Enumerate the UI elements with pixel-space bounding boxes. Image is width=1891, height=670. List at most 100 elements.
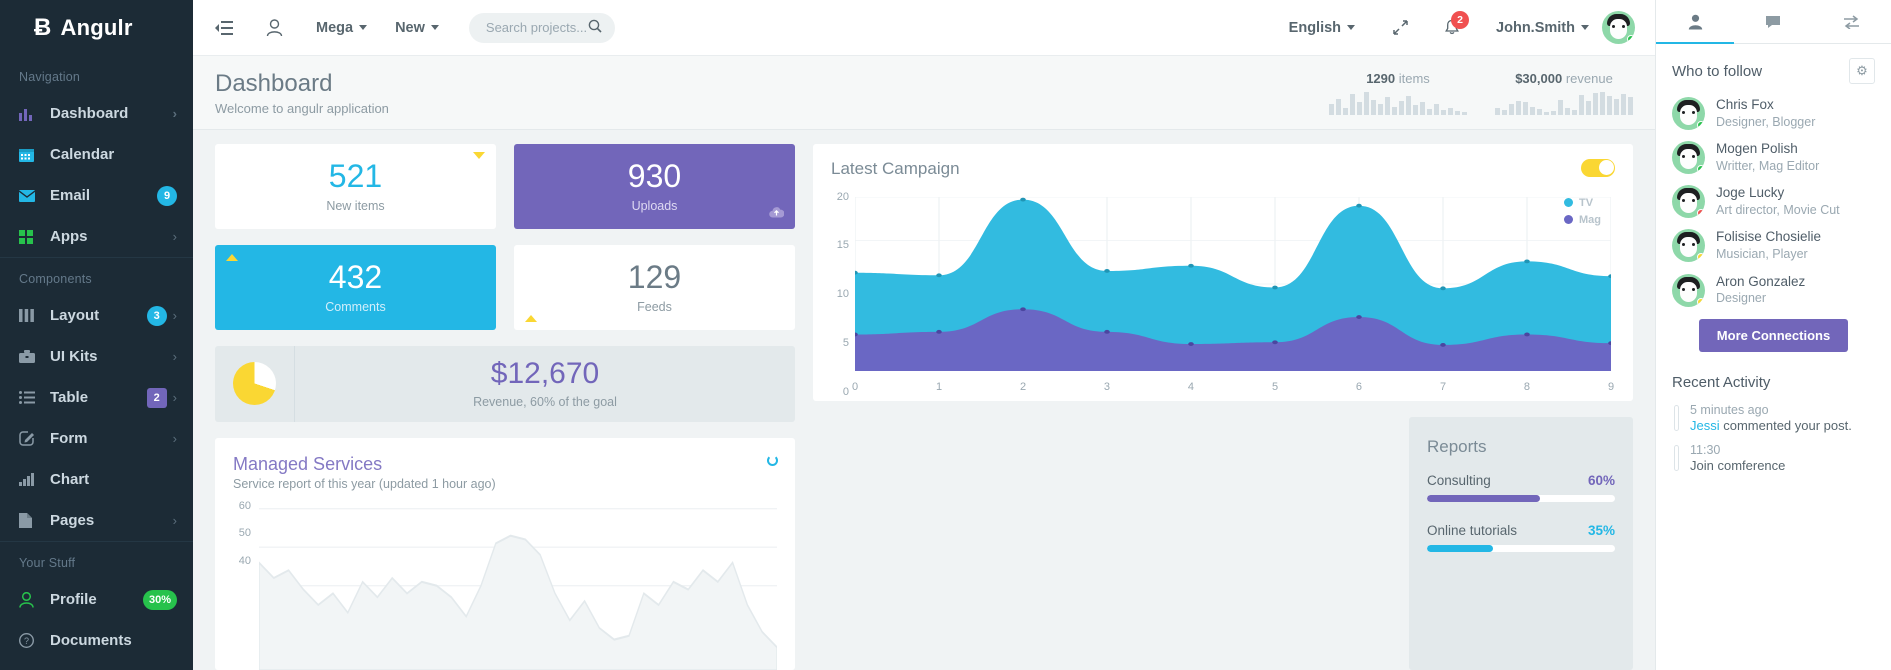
list-item[interactable]: Folisise ChosielieMusician, Player (1672, 229, 1875, 262)
sidebar-item-layout[interactable]: Layout3› (0, 295, 193, 336)
chevron-right-icon: › (173, 513, 177, 528)
gear-icon[interactable]: ⚙ (1849, 58, 1875, 84)
online-status-dot (1627, 35, 1635, 43)
reports-title: Reports (1427, 437, 1615, 457)
list-item[interactable]: Chris FoxDesigner, Blogger (1672, 97, 1875, 130)
nav-section-title-2: Your Stuff (0, 542, 193, 579)
menu-collapse-icon[interactable] (215, 20, 233, 36)
new-menu-button[interactable]: New (395, 20, 439, 36)
sidebar-item-label: Table (50, 389, 141, 406)
activity-text: Join comference (1690, 458, 1785, 473)
campaign-toggle[interactable] (1581, 159, 1615, 177)
nav-section-title-0: Navigation (0, 56, 193, 93)
language-selector[interactable]: English (1289, 20, 1355, 36)
person-info: Joge LuckyArt director, Movie Cut (1716, 185, 1840, 218)
mega-menu-button[interactable]: Mega (316, 20, 367, 36)
search-input[interactable] (486, 20, 588, 35)
user-outline-icon[interactable] (266, 19, 283, 37)
sidebar-item-pages[interactable]: Pages› (0, 500, 193, 541)
x-axis-tick: 8 (1524, 381, 1530, 393)
trend-up-icon (226, 254, 238, 261)
sidebar-item-ui-kits[interactable]: UI Kits› (0, 336, 193, 377)
chevron-down-icon (359, 25, 367, 30)
chevron-down-icon (1347, 25, 1355, 30)
list-item[interactable]: Mogen PolishWritter, Mag Editor (1672, 141, 1875, 174)
sidebar-item-email[interactable]: Email9 (0, 175, 193, 216)
help-circle-icon: ? (19, 633, 43, 648)
legend-item: Mag (1564, 214, 1601, 226)
person-name: Chris Fox (1716, 97, 1815, 114)
person-role: Designer, Blogger (1716, 114, 1815, 130)
person-info: Mogen PolishWritter, Mag Editor (1716, 141, 1819, 174)
stat-card-uploads[interactable]: 930Uploads (514, 144, 795, 229)
brand-logo[interactable]: Ƀ Angulr (0, 0, 193, 56)
avatar (1672, 141, 1705, 174)
sidebar-badge: 30% (143, 590, 177, 610)
tab-people[interactable] (1656, 0, 1734, 43)
person-info: Folisise ChosielieMusician, Player (1716, 229, 1821, 262)
sidebar-item-profile[interactable]: Profile30% (0, 579, 193, 620)
header-stat-1: $30,000 revenue (1495, 71, 1633, 115)
stat-cards-row-top: 521New items930Uploads (215, 144, 795, 229)
report-progress-bar (1427, 545, 1615, 552)
avatar[interactable] (1602, 11, 1635, 44)
sidebar-item-label: Documents (50, 632, 177, 649)
sidebar-item-form[interactable]: Form› (0, 418, 193, 459)
list-item[interactable]: Aron GonzalezDesigner (1672, 274, 1875, 307)
x-axis-tick: 2 (1020, 381, 1026, 393)
envelope-icon (19, 190, 43, 202)
who-to-follow-title: Who to follow (1672, 63, 1762, 80)
more-connections-button[interactable]: More Connections (1699, 319, 1848, 352)
sidebar-item-chart[interactable]: Chart (0, 459, 193, 500)
activity-text: Jessi commented your post. (1690, 418, 1852, 433)
report-percent: 60% (1588, 473, 1615, 488)
avatar (1672, 229, 1705, 262)
chevron-right-icon: › (173, 349, 177, 364)
status-dot (1697, 209, 1705, 217)
report-progress-bar (1427, 495, 1615, 502)
x-axis-tick: 1 (936, 381, 942, 393)
x-axis-tick: 7 (1440, 381, 1446, 393)
stat-card-new-items[interactable]: 521New items (215, 144, 496, 229)
stat-card-feeds[interactable]: 129Feeds (514, 245, 795, 330)
recent-activity-title: Recent Activity (1672, 374, 1875, 391)
nav-section-title-1: Components (0, 258, 193, 295)
header-stat-label: $30,000 revenue (1495, 71, 1633, 86)
stat-value: 129 (628, 261, 681, 293)
bell-icon[interactable]: 2 (1444, 19, 1460, 36)
user-menu-button[interactable]: John.Smith (1496, 20, 1589, 36)
trend-down-icon (473, 152, 485, 159)
sidebar-item-dashboard[interactable]: Dashboard› (0, 93, 193, 134)
sidebar-badge: 2 (147, 388, 167, 408)
search-box[interactable] (469, 13, 615, 43)
x-axis-tick: 3 (1104, 381, 1110, 393)
left-column: 521New items930Uploads 432Comments129Fee… (215, 144, 795, 670)
expand-icon[interactable] (1393, 20, 1408, 35)
campaign-chart: TVMag 05101520 0123456789 (831, 191, 1615, 393)
sidebar-item-apps[interactable]: Apps› (0, 216, 193, 257)
tab-transfer[interactable] (1813, 0, 1891, 43)
revenue-amount: $12,670 (295, 359, 795, 389)
stat-card-comments[interactable]: 432Comments (215, 245, 496, 330)
sidebar-item-documents[interactable]: ? Documents (0, 620, 193, 661)
report-percent: 35% (1588, 523, 1615, 538)
person-role: Designer (1716, 290, 1805, 306)
search-icon[interactable] (588, 19, 602, 36)
chart-legend: TVMag (1564, 197, 1601, 231)
tab-messages[interactable] (1734, 0, 1812, 43)
header-stats: 1290 items $30,000 revenue (1329, 71, 1633, 116)
y-axis-tick: 5 (831, 337, 849, 349)
activity-item: 5 minutes agoJessi commented your post. (1672, 403, 1875, 443)
revenue-card[interactable]: $12,670 Revenue, 60% of the goal (215, 346, 795, 422)
activity-link[interactable]: Jessi (1690, 418, 1720, 433)
status-dot (1697, 253, 1705, 261)
chevron-right-icon: › (173, 106, 177, 121)
header-stat-label: 1290 items (1329, 71, 1467, 86)
list-item[interactable]: Joge LuckyArt director, Movie Cut (1672, 185, 1875, 218)
sidebar-item-calendar[interactable]: Calendar (0, 134, 193, 175)
x-axis-tick: 5 (1272, 381, 1278, 393)
dashboard-content: 521New items930Uploads 432Comments129Fee… (193, 130, 1655, 670)
edit-icon (19, 431, 43, 446)
sidebar-item-table[interactable]: Table2› (0, 377, 193, 418)
x-axis-tick: 6 (1356, 381, 1362, 393)
